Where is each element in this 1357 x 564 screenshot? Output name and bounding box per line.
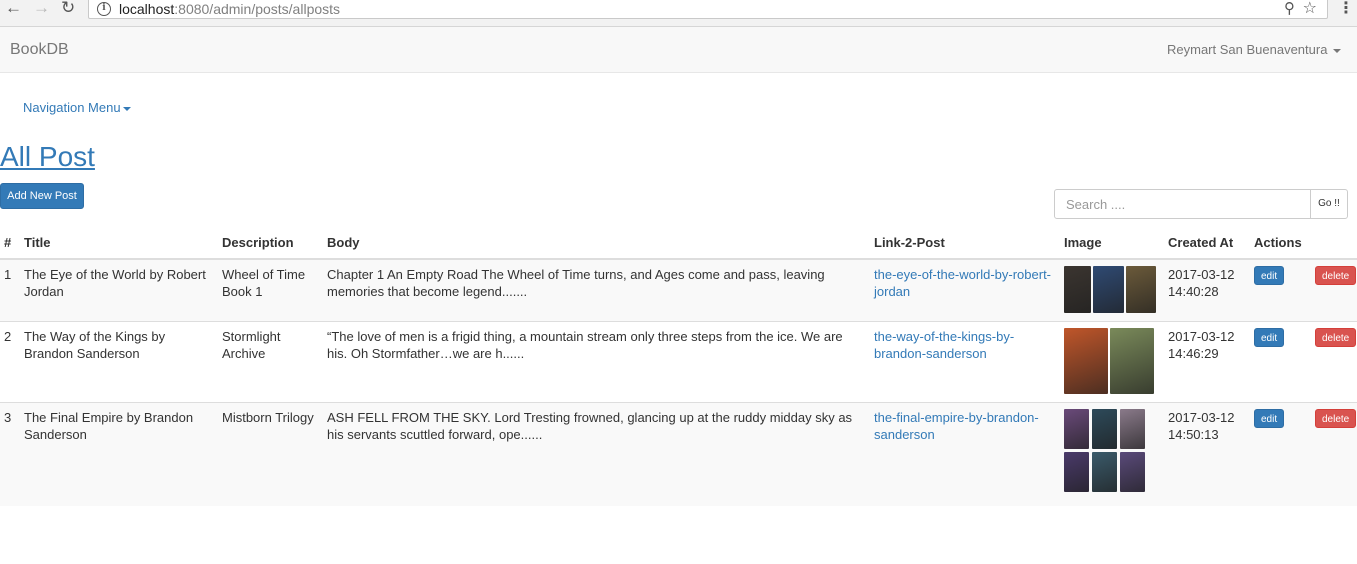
book-cover-image bbox=[1120, 408, 1145, 449]
row-created-at: 2017-03-12 14:40:28 bbox=[1164, 258, 1250, 321]
header-link: Link-2-Post bbox=[870, 229, 1060, 260]
delete-button[interactable]: delete bbox=[1315, 408, 1357, 428]
edit-button[interactable]: edit bbox=[1254, 266, 1285, 285]
row-body: ASH FELL FROM THE SKY. Lord Tresting fro… bbox=[323, 401, 870, 506]
header-created-at: Created At bbox=[1164, 229, 1250, 260]
row-description: Stormlight Archive bbox=[218, 320, 323, 402]
app-navbar: BookDB Reymart San Buenaventura bbox=[0, 27, 1357, 73]
info-icon[interactable]: i bbox=[97, 2, 111, 16]
zoom-icon[interactable]: ⚲ bbox=[1284, 0, 1295, 17]
post-link[interactable]: the-way-of-the-kings-by-brandon-sanderso… bbox=[874, 329, 1014, 361]
edit-button[interactable]: edit bbox=[1254, 327, 1285, 347]
header-title: Title bbox=[20, 229, 218, 260]
row-created-at: 2017-03-12 14:50:13 bbox=[1164, 401, 1250, 506]
row-title: The Way of the Kings by Brandon Sanderso… bbox=[20, 320, 218, 402]
navigation-menu-label: Navigation Menu bbox=[23, 100, 121, 115]
posts-table: # Title Description Body Link-2-Post Ima… bbox=[0, 229, 1357, 506]
forward-arrow-icon[interactable]: → bbox=[33, 0, 50, 16]
search-input[interactable] bbox=[1054, 189, 1311, 219]
post-image bbox=[1064, 327, 1156, 394]
book-cover-image bbox=[1120, 451, 1145, 492]
browser-toolbar: ← → ↻ i localhost:8080/admin/posts/allpo… bbox=[0, 0, 1357, 27]
table-row: 2 The Way of the Kings by Brandon Sander… bbox=[0, 320, 1357, 402]
row-description: Mistborn Trilogy bbox=[218, 401, 323, 506]
row-title: The Eye of the World by Robert Jordan bbox=[20, 258, 218, 321]
post-link[interactable]: the-final-empire-by-brandon-sanderson bbox=[874, 410, 1039, 442]
page-title[interactable]: All Post bbox=[0, 140, 95, 174]
header-number: # bbox=[0, 229, 20, 260]
book-cover-image bbox=[1092, 408, 1117, 449]
table-row: 1 The Eye of the World by Robert Jordan … bbox=[0, 258, 1357, 321]
reload-icon[interactable]: ↻ bbox=[61, 0, 75, 16]
post-image bbox=[1064, 266, 1156, 313]
header-image: Image bbox=[1060, 229, 1164, 260]
delete-button[interactable]: delete bbox=[1315, 266, 1357, 285]
row-created-at: 2017-03-12 14:46:29 bbox=[1164, 320, 1250, 402]
caret-down-icon bbox=[1333, 48, 1342, 53]
book-cover-image bbox=[1064, 451, 1089, 492]
post-image bbox=[1064, 408, 1156, 492]
row-number: 3 bbox=[0, 401, 20, 506]
book-cover-image bbox=[1092, 451, 1117, 492]
browser-menu-icon[interactable]: ⋮ bbox=[1338, 0, 1354, 18]
user-name: Reymart San Buenaventura bbox=[1167, 42, 1328, 57]
delete-button[interactable]: delete bbox=[1315, 327, 1357, 347]
bookmark-star-icon[interactable]: ☆ bbox=[1303, 0, 1317, 18]
user-dropdown[interactable]: Reymart San Buenaventura bbox=[1167, 42, 1342, 57]
book-cover-image bbox=[1064, 408, 1089, 449]
book-cover-image bbox=[1064, 266, 1091, 313]
book-cover-image bbox=[1064, 327, 1108, 394]
row-number: 1 bbox=[0, 258, 20, 321]
book-cover-image bbox=[1110, 327, 1154, 394]
table-row: 3 The Final Empire by Brandon Sanderson … bbox=[0, 401, 1357, 506]
book-cover-image bbox=[1093, 266, 1124, 313]
row-number: 2 bbox=[0, 320, 20, 402]
brand-link[interactable]: BookDB bbox=[10, 41, 69, 59]
book-cover-image bbox=[1126, 266, 1156, 313]
navigation-menu-dropdown[interactable]: Navigation Menu bbox=[23, 100, 131, 115]
row-body: “The love of men is a frigid thing, a mo… bbox=[323, 320, 870, 402]
row-body: Chapter 1 An Empty Road The Wheel of Tim… bbox=[323, 258, 870, 321]
header-body: Body bbox=[323, 229, 870, 260]
edit-button[interactable]: edit bbox=[1254, 408, 1285, 428]
address-bar[interactable]: i localhost:8080/admin/posts/allposts ⚲ … bbox=[88, 0, 1328, 19]
add-new-post-button[interactable]: Add New Post bbox=[0, 183, 84, 209]
row-title: The Final Empire by Brandon Sanderson bbox=[20, 401, 218, 506]
back-arrow-icon[interactable]: ← bbox=[5, 0, 22, 16]
caret-down-icon bbox=[122, 106, 131, 111]
header-actions: Actions bbox=[1250, 229, 1357, 260]
search-go-button[interactable]: Go !! bbox=[1310, 189, 1348, 219]
row-description: Wheel of Time Book 1 bbox=[218, 258, 323, 321]
table-header-row: # Title Description Body Link-2-Post Ima… bbox=[0, 229, 1357, 260]
header-description: Description bbox=[218, 229, 323, 260]
url-text[interactable]: localhost:8080/admin/posts/allposts bbox=[119, 1, 340, 17]
post-link[interactable]: the-eye-of-the-world-by-robert-jordan bbox=[874, 267, 1051, 299]
